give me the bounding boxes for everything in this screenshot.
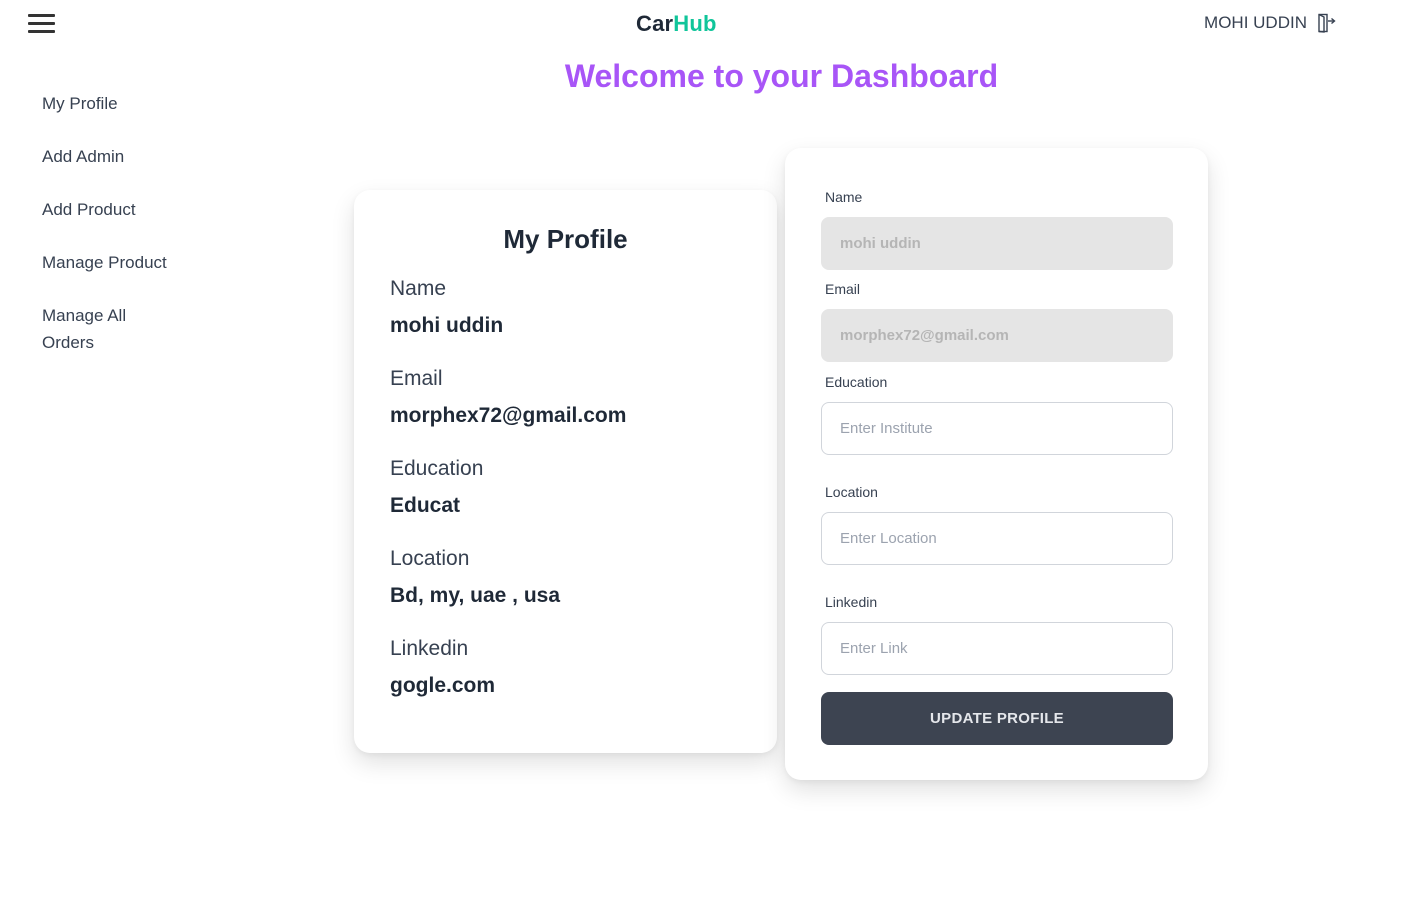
menu-icon[interactable]: [28, 14, 56, 34]
sidebar-item-add-product[interactable]: Add Product: [42, 196, 202, 223]
email-label: Email: [825, 281, 861, 297]
field-value: Bd, my, uae , usa: [390, 584, 560, 607]
field-label: Location: [390, 547, 470, 570]
profile-title: My Profile: [503, 224, 628, 254]
field-label: Email: [390, 367, 443, 390]
linkedin-input[interactable]: [821, 622, 1173, 675]
sidebar-item-add-admin[interactable]: Add Admin: [42, 143, 202, 170]
sidebar-item-manage-product[interactable]: Manage Product: [42, 249, 202, 276]
profile-field-name: Name mohi uddin: [390, 277, 741, 338]
sidebar-item-manage-all-orders[interactable]: Manage All Orders: [42, 302, 162, 356]
update-profile-form: Name Email Education Location Linkedin U…: [785, 148, 1208, 780]
sidebar: My Profile Add Admin Add Product Manage …: [42, 90, 202, 382]
profile-field-linkedin: Linkedin gogle.com: [390, 637, 741, 698]
field-value: Educat: [390, 494, 461, 517]
profile-field-location: Location Bd, my, uae , usa: [390, 547, 741, 608]
name-label: Name: [825, 189, 863, 205]
field-value: gogle.com: [390, 674, 496, 697]
user-area: MOHI UDDIN: [1204, 13, 1337, 33]
location-label: Location: [825, 484, 878, 500]
linkedin-label: Linkedin: [825, 594, 878, 610]
profile-card: My Profile Name mohi uddin Email morphex…: [354, 190, 777, 753]
profile-field-email: Email morphex72@gmail.com: [390, 367, 741, 428]
profile-field-education: Education Educat: [390, 457, 741, 518]
education-input[interactable]: [821, 402, 1173, 455]
field-value: mohi uddin: [390, 314, 504, 337]
name-field: [821, 217, 1173, 270]
location-input[interactable]: [821, 512, 1173, 565]
field-label: Name: [390, 277, 447, 300]
logout-icon[interactable]: [1317, 13, 1337, 33]
field-value: morphex72@gmail.com: [390, 404, 627, 427]
update-profile-button[interactable]: UPDATE PROFILE: [821, 692, 1173, 745]
field-label: Education: [390, 457, 484, 480]
user-name: MOHI UDDIN: [1204, 13, 1307, 32]
field-label: Linkedin: [390, 637, 469, 660]
education-label: Education: [825, 374, 888, 390]
page-title: Welcome to your Dashboard: [564, 58, 999, 94]
brand-car: Car: [636, 11, 674, 36]
email-field: [821, 309, 1173, 362]
brand-logo[interactable]: CarHub: [636, 11, 717, 37]
brand-hub: Hub: [673, 11, 717, 36]
